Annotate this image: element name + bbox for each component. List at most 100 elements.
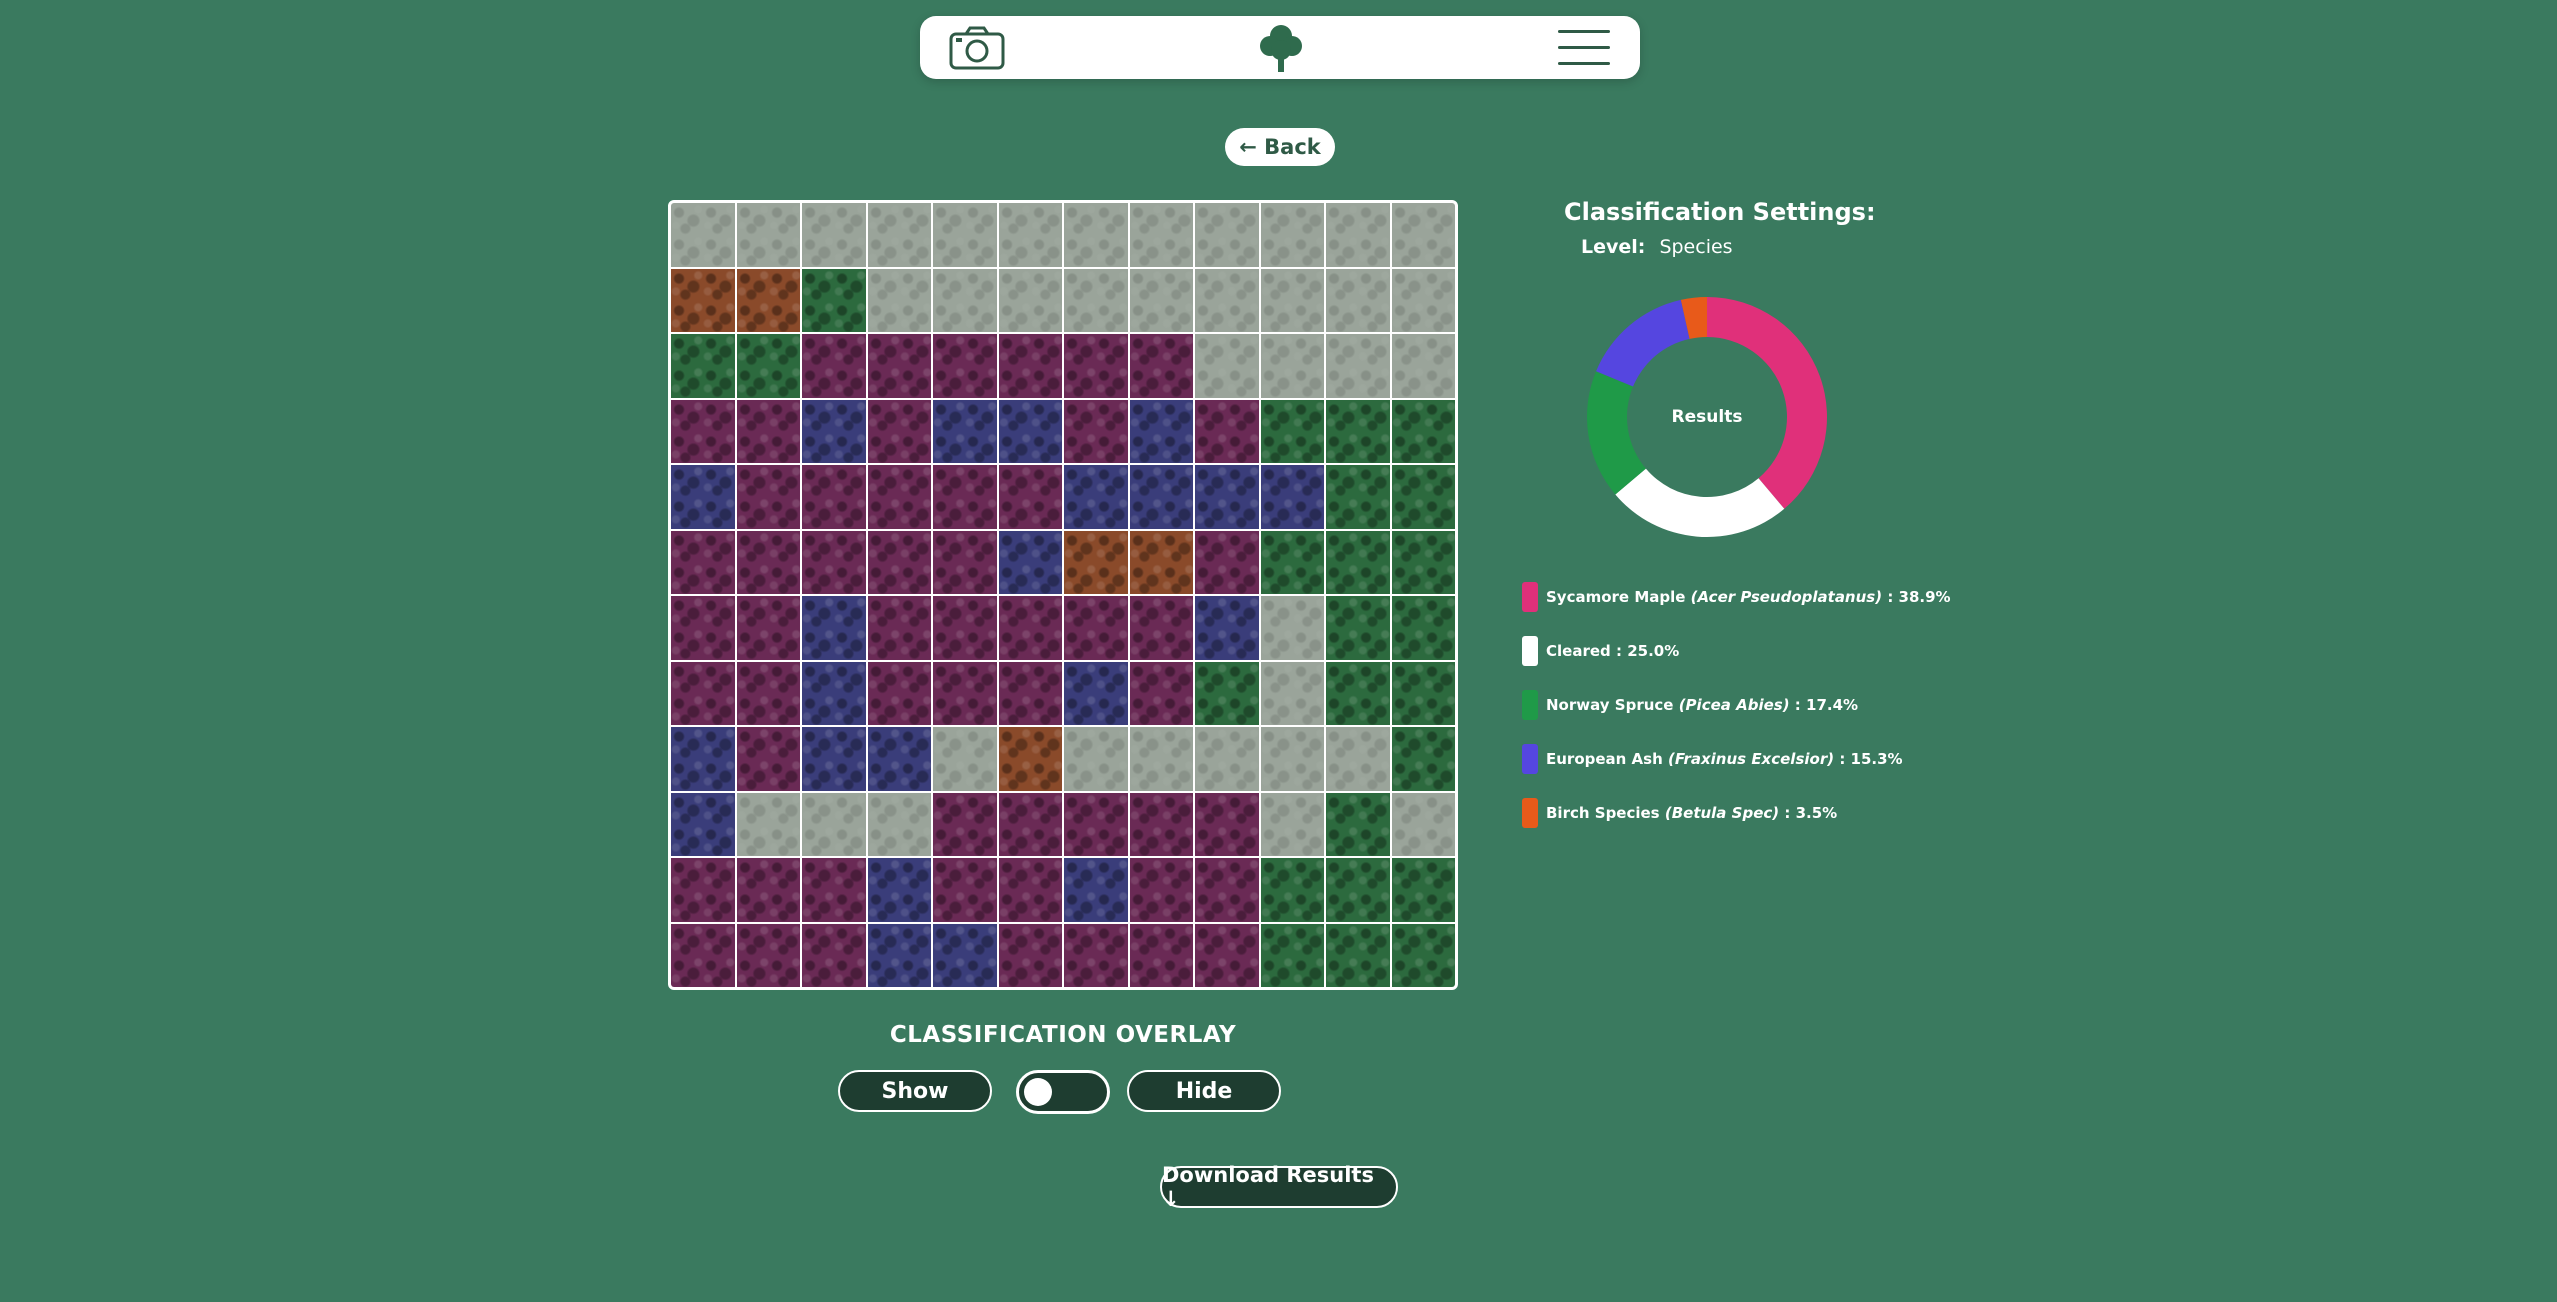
spruce-tile[interactable] — [1326, 792, 1390, 856]
maple-tile[interactable] — [933, 858, 997, 922]
cleared-tile[interactable] — [1195, 203, 1259, 267]
ash-tile[interactable] — [1195, 596, 1259, 660]
maple-tile[interactable] — [867, 334, 931, 398]
maple-tile[interactable] — [802, 923, 866, 987]
maple-tile[interactable] — [998, 334, 1062, 398]
maple-tile[interactable] — [1064, 792, 1128, 856]
maple-tile[interactable] — [736, 858, 800, 922]
maple-tile[interactable] — [736, 399, 800, 463]
maple-tile[interactable] — [1064, 399, 1128, 463]
cleared-tile[interactable] — [867, 792, 931, 856]
cleared-tile[interactable] — [1195, 727, 1259, 791]
spruce-tile[interactable] — [1326, 530, 1390, 594]
spruce-tile[interactable] — [1391, 465, 1455, 529]
maple-tile[interactable] — [671, 661, 735, 725]
cleared-tile[interactable] — [1391, 334, 1455, 398]
cleared-tile[interactable] — [1129, 727, 1193, 791]
maple-tile[interactable] — [1195, 923, 1259, 987]
spruce-tile[interactable] — [1391, 923, 1455, 987]
spruce-tile[interactable] — [736, 334, 800, 398]
maple-tile[interactable] — [1129, 661, 1193, 725]
hamburger-menu-icon[interactable] — [1558, 30, 1610, 66]
maple-tile[interactable] — [671, 923, 735, 987]
ash-tile[interactable] — [1064, 858, 1128, 922]
maple-tile[interactable] — [998, 661, 1062, 725]
spruce-tile[interactable] — [1391, 727, 1455, 791]
maple-tile[interactable] — [933, 465, 997, 529]
cleared-tile[interactable] — [867, 268, 931, 332]
maple-tile[interactable] — [933, 530, 997, 594]
maple-tile[interactable] — [998, 923, 1062, 987]
cleared-tile[interactable] — [1195, 268, 1259, 332]
ash-tile[interactable] — [1195, 465, 1259, 529]
maple-tile[interactable] — [1129, 923, 1193, 987]
birch-tile[interactable] — [671, 268, 735, 332]
maple-tile[interactable] — [671, 596, 735, 660]
cleared-tile[interactable] — [1064, 727, 1128, 791]
ash-tile[interactable] — [802, 399, 866, 463]
spruce-tile[interactable] — [1391, 858, 1455, 922]
cleared-tile[interactable] — [1260, 661, 1324, 725]
cleared-tile[interactable] — [736, 203, 800, 267]
spruce-tile[interactable] — [802, 268, 866, 332]
cleared-tile[interactable] — [998, 203, 1062, 267]
maple-tile[interactable] — [802, 334, 866, 398]
maple-tile[interactable] — [736, 530, 800, 594]
cleared-tile[interactable] — [1195, 334, 1259, 398]
ash-tile[interactable] — [998, 530, 1062, 594]
maple-tile[interactable] — [736, 596, 800, 660]
cleared-tile[interactable] — [1129, 203, 1193, 267]
cleared-tile[interactable] — [1260, 334, 1324, 398]
maple-tile[interactable] — [998, 596, 1062, 660]
maple-tile[interactable] — [998, 792, 1062, 856]
maple-tile[interactable] — [671, 530, 735, 594]
maple-tile[interactable] — [736, 727, 800, 791]
cleared-tile[interactable] — [1391, 268, 1455, 332]
spruce-tile[interactable] — [1260, 530, 1324, 594]
maple-tile[interactable] — [1129, 792, 1193, 856]
cleared-tile[interactable] — [1260, 792, 1324, 856]
ash-tile[interactable] — [671, 792, 735, 856]
maple-tile[interactable] — [1129, 334, 1193, 398]
ash-tile[interactable] — [933, 923, 997, 987]
maple-tile[interactable] — [802, 465, 866, 529]
maple-tile[interactable] — [867, 465, 931, 529]
cleared-tile[interactable] — [867, 203, 931, 267]
overlay-toggle[interactable] — [1016, 1070, 1110, 1114]
spruce-tile[interactable] — [1260, 399, 1324, 463]
cleared-tile[interactable] — [1129, 268, 1193, 332]
maple-tile[interactable] — [1195, 858, 1259, 922]
cleared-tile[interactable] — [736, 792, 800, 856]
maple-tile[interactable] — [1129, 596, 1193, 660]
spruce-tile[interactable] — [1260, 858, 1324, 922]
spruce-tile[interactable] — [1391, 399, 1455, 463]
maple-tile[interactable] — [736, 465, 800, 529]
download-results-button[interactable]: Download Results ↓ — [1160, 1163, 1398, 1211]
maple-tile[interactable] — [933, 661, 997, 725]
maple-tile[interactable] — [933, 334, 997, 398]
maple-tile[interactable] — [867, 399, 931, 463]
cleared-tile[interactable] — [1260, 596, 1324, 660]
spruce-tile[interactable] — [1326, 858, 1390, 922]
cleared-tile[interactable] — [1391, 792, 1455, 856]
maple-tile[interactable] — [1195, 792, 1259, 856]
ash-tile[interactable] — [802, 727, 866, 791]
cleared-tile[interactable] — [1326, 727, 1390, 791]
maple-tile[interactable] — [933, 596, 997, 660]
hide-overlay-button[interactable]: Hide — [1127, 1070, 1281, 1112]
birch-tile[interactable] — [998, 727, 1062, 791]
spruce-tile[interactable] — [1326, 399, 1390, 463]
maple-tile[interactable] — [736, 923, 800, 987]
spruce-tile[interactable] — [1391, 530, 1455, 594]
cleared-tile[interactable] — [671, 203, 735, 267]
cleared-tile[interactable] — [1260, 268, 1324, 332]
ash-tile[interactable] — [671, 465, 735, 529]
ash-tile[interactable] — [998, 399, 1062, 463]
spruce-tile[interactable] — [671, 334, 735, 398]
ash-tile[interactable] — [1260, 465, 1324, 529]
maple-tile[interactable] — [867, 661, 931, 725]
classification-map[interactable] — [668, 200, 1458, 990]
birch-tile[interactable] — [736, 268, 800, 332]
cleared-tile[interactable] — [1326, 268, 1390, 332]
spruce-tile[interactable] — [1391, 596, 1455, 660]
